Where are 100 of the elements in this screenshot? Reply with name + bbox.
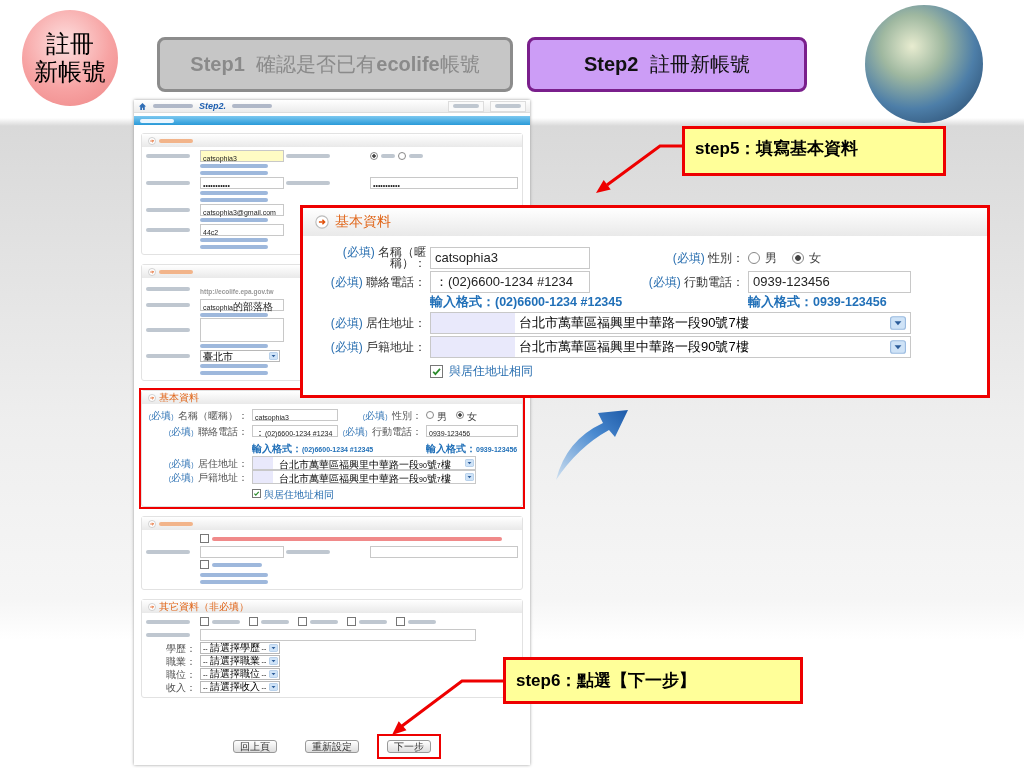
radio-button[interactable]	[456, 411, 464, 419]
blurred-text	[200, 370, 268, 375]
callout-box: step6：點選【下一步】	[503, 657, 803, 704]
blurred-text	[200, 170, 268, 175]
text-field[interactable]	[200, 545, 284, 558]
blurred-text	[140, 118, 174, 123]
form-button[interactable]: 重新設定	[305, 740, 359, 753]
field-label: (必填) 聯絡電話：	[330, 276, 427, 288]
blurred-text	[408, 619, 436, 624]
blurred-text	[310, 619, 338, 624]
blurred-text	[200, 163, 268, 168]
blurred-text	[146, 619, 190, 624]
field-label: 收入：	[166, 681, 197, 693]
text-field[interactable]	[200, 628, 476, 641]
blurred-text	[495, 104, 521, 108]
blurred-text	[200, 217, 268, 222]
radio-label: 女	[809, 249, 821, 267]
blurred-text	[381, 153, 395, 158]
field-label: (必填) 性別：	[672, 252, 745, 264]
checkbox[interactable]	[249, 617, 258, 626]
checkbox[interactable]	[396, 617, 405, 626]
caret-icon	[269, 351, 278, 360]
title-badge: 註冊 新帳號	[22, 10, 118, 106]
blurred-text	[146, 302, 190, 307]
checkbox[interactable]	[347, 617, 356, 626]
blurred-text	[146, 549, 190, 554]
radio-label: 女	[467, 410, 477, 424]
step-box: Step1 確認是否已有ecolife帳號	[157, 37, 513, 92]
blurred-text	[286, 180, 330, 185]
blurred-text	[146, 632, 190, 637]
blurred-text	[286, 549, 330, 554]
radio-label: 男	[437, 410, 447, 424]
format-hint: 輸入格式：0939-123456	[748, 294, 887, 311]
blurred-text	[146, 207, 190, 212]
arrow-circle-icon	[148, 136, 156, 145]
field-label: 學歷：	[166, 642, 197, 654]
blurred-text	[153, 104, 193, 108]
checkbox-label: 與居住地址相同	[449, 362, 533, 380]
blurred-text	[200, 244, 268, 249]
address-dropdown[interactable]: 台北市萬華區福興里中華路一段90號7樓	[430, 312, 911, 334]
radio-button[interactable]	[792, 252, 804, 264]
text-field[interactable]: 0939-123456	[748, 271, 911, 293]
text-field[interactable]: catsophia3	[430, 247, 590, 269]
field-label: (必填) 居住地址：	[330, 317, 427, 329]
blurred-text	[146, 353, 190, 358]
radio-button[interactable]	[370, 151, 378, 160]
text-field[interactable]	[370, 545, 518, 558]
blurred-text	[159, 521, 193, 526]
curved-arrow	[556, 410, 628, 480]
checkbox-label: 與居住地址相同	[264, 488, 334, 502]
format-hint: 輸入格式：(02)6600-1234 #12345	[430, 294, 623, 311]
checkbox[interactable]	[252, 488, 261, 498]
arrow-circle-icon	[315, 215, 329, 229]
checkbox[interactable]	[430, 364, 443, 378]
arrow-circle-icon	[148, 267, 156, 276]
radio-button[interactable]	[426, 411, 434, 419]
text-field[interactable]: ：(02)6600-1234 #1234	[430, 271, 590, 293]
section-title: 基本資料	[335, 213, 391, 231]
blurred-text	[159, 269, 193, 274]
blurred-text	[200, 237, 268, 242]
caret-icon	[465, 459, 474, 467]
arrow-circle-icon	[148, 602, 156, 611]
step-logo: Step2.	[199, 101, 226, 111]
caret-icon	[465, 473, 474, 481]
blurred-text	[261, 619, 289, 624]
section-title: 基本資料	[159, 390, 199, 405]
form-button[interactable]: 回上頁	[233, 740, 277, 753]
blurred-text	[453, 104, 479, 108]
blurred-text	[200, 197, 268, 202]
field-label: 職業：	[166, 655, 197, 667]
checkbox[interactable]	[200, 560, 209, 569]
blurred-text	[146, 227, 190, 232]
checkbox[interactable]	[200, 534, 209, 543]
radio-button[interactable]	[748, 252, 760, 264]
form-button[interactable]: 下一步	[387, 740, 431, 753]
checkbox[interactable]	[200, 617, 209, 626]
blurred-text	[159, 138, 193, 143]
blurred-text	[200, 312, 268, 317]
blurred-text	[200, 579, 268, 584]
dropdown[interactable]: 臺北市	[200, 349, 280, 362]
blurred-text	[212, 619, 240, 624]
checkbox[interactable]	[298, 617, 307, 626]
blurred-text	[200, 343, 268, 348]
blurred-text	[146, 180, 190, 185]
address-dropdown[interactable]: 台北市萬華區福興里中華路一段90號7樓	[430, 336, 911, 358]
arrow-circle-icon	[148, 519, 156, 528]
blurred-text	[232, 104, 272, 108]
home-icon[interactable]	[138, 101, 147, 111]
caret-icon	[269, 669, 278, 678]
caret-icon	[890, 316, 906, 330]
blurred-text	[200, 572, 268, 577]
blurred-text	[409, 153, 423, 158]
field-label: (必填) 戶籍地址：	[330, 341, 427, 353]
blurred-text	[146, 153, 190, 158]
field-label: (必填) 行動電話：	[648, 276, 745, 288]
blurred-text	[200, 190, 268, 195]
blurred-text	[359, 619, 387, 624]
step-box: Step2 註冊新帳號	[527, 37, 807, 92]
radio-button[interactable]	[398, 151, 406, 160]
callout-box: step5：填寫基本資料	[682, 126, 946, 176]
